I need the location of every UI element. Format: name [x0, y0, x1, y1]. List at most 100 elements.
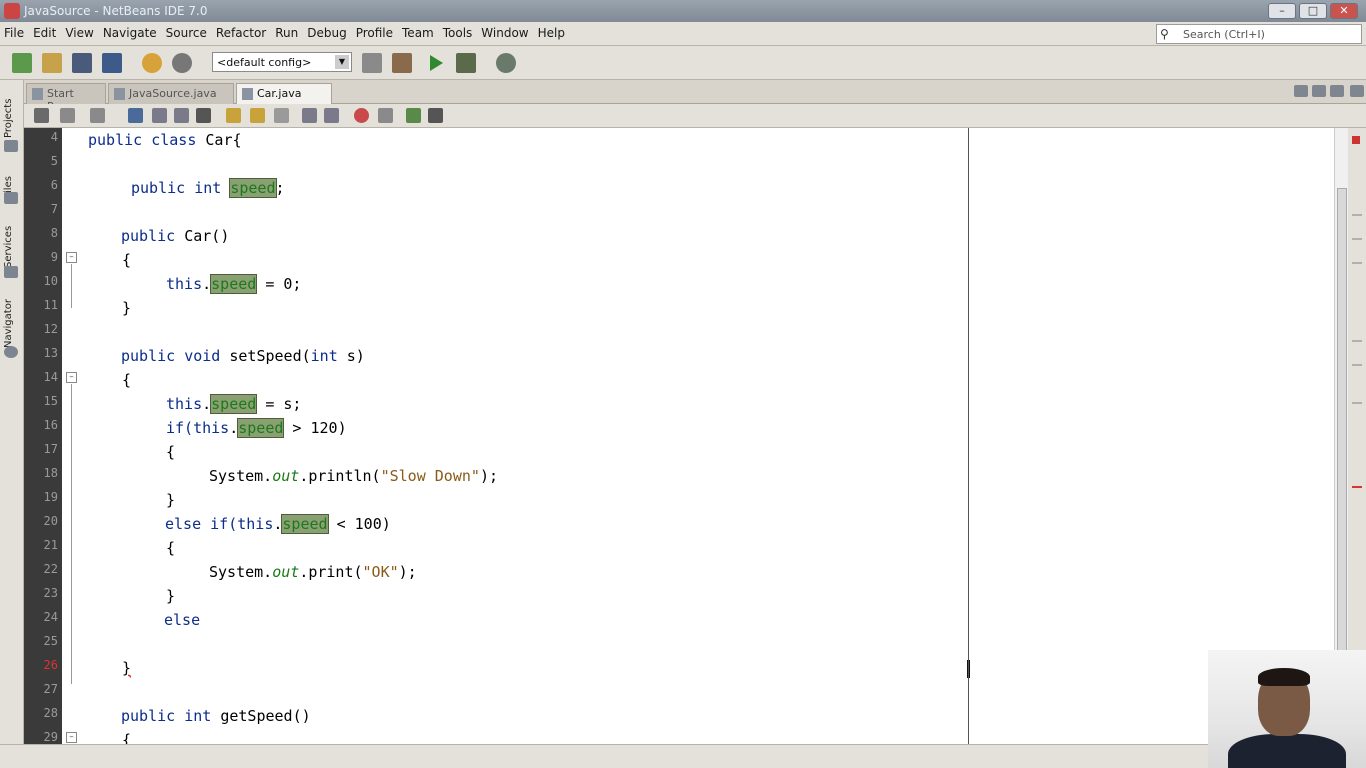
toggle-bookmark-icon[interactable] [274, 108, 289, 123]
maximize-button[interactable]: □ [1299, 3, 1327, 19]
navigator-icon [4, 346, 18, 358]
line-number: 10 [43, 274, 58, 288]
stop-macro-icon[interactable] [378, 108, 393, 123]
last-edit-icon[interactable] [90, 108, 105, 123]
line-number: 12 [43, 322, 58, 336]
debug-icon[interactable] [456, 53, 476, 73]
uncomment-icon[interactable] [428, 108, 443, 123]
profile-icon[interactable] [496, 53, 516, 73]
clean-build-icon[interactable] [392, 53, 412, 73]
tab-start-page[interactable]: Start Page [26, 83, 106, 113]
string-literal: "OK" [362, 563, 399, 581]
run-icon[interactable] [430, 55, 443, 71]
main-toolbar [0, 46, 1366, 80]
stripe-mark[interactable] [1352, 364, 1362, 366]
field-highlight: speed [237, 418, 285, 438]
line-number-error: 26 [43, 658, 58, 672]
close-button[interactable]: ✕ [1330, 3, 1358, 19]
redo-icon[interactable] [172, 53, 192, 73]
new-file-icon[interactable] [42, 53, 62, 73]
scrollbar-thumb[interactable] [1337, 188, 1347, 668]
code-text: ); [398, 563, 417, 581]
code-line-4: public class Car{ [88, 130, 242, 154]
keyword: if( [166, 419, 194, 437]
line-number: 22 [43, 562, 58, 576]
tab-javasource[interactable]: JavaSource.java [108, 83, 234, 104]
stripe-mark[interactable] [1352, 340, 1362, 342]
find-icon[interactable] [128, 108, 143, 123]
menu-tools[interactable]: Tools [443, 26, 473, 40]
menu-window[interactable]: Window [481, 26, 528, 40]
menu-help[interactable]: Help [538, 26, 565, 40]
side-tab-navigator[interactable]: Navigator [3, 290, 21, 348]
side-panel: Projects Files Services Navigator [0, 80, 24, 744]
search-input[interactable]: ⚲ Search (Ctrl+I) [1156, 24, 1362, 44]
menu-source[interactable]: Source [166, 26, 207, 40]
previous-bookmark-icon[interactable] [226, 108, 241, 123]
start-macro-icon[interactable] [354, 108, 369, 123]
fold-collapse-icon[interactable]: – [66, 372, 77, 383]
minimize-button[interactable]: – [1268, 3, 1296, 19]
code-line-21: { [166, 539, 176, 557]
menu-run[interactable]: Run [275, 26, 298, 40]
save-all-icon[interactable] [102, 53, 122, 73]
error-indicator-icon[interactable] [1352, 136, 1360, 144]
undo-icon[interactable] [142, 53, 162, 73]
code-text: .println( [299, 467, 381, 485]
next-bookmark-icon[interactable] [250, 108, 265, 123]
scroll-tabs-left-icon[interactable] [1294, 85, 1308, 97]
code-text: = s; [256, 395, 302, 413]
side-tab-services[interactable]: Services [3, 218, 21, 268]
stripe-mark[interactable] [1352, 402, 1362, 404]
editor-tab-bar: Start Page JavaSource.java Car.java × [24, 80, 1366, 113]
keyword: public class [88, 131, 197, 149]
line-number: 15 [43, 394, 58, 408]
code-text: System. [209, 563, 273, 581]
menu-refactor[interactable]: Refactor [216, 26, 266, 40]
fold-collapse-icon[interactable]: – [66, 252, 77, 263]
fold-collapse-icon[interactable]: – [66, 732, 77, 743]
forward-icon[interactable] [174, 108, 189, 123]
editor-toolbar [24, 104, 1366, 128]
page-icon [32, 88, 43, 100]
maximize-window-icon[interactable] [1350, 85, 1364, 97]
stripe-mark[interactable] [1352, 262, 1362, 264]
code-text: getSpeed() [211, 707, 311, 725]
static-field: out [272, 563, 300, 581]
open-project-icon[interactable] [72, 53, 92, 73]
menu-edit[interactable]: Edit [33, 26, 56, 40]
side-tab-projects[interactable]: Projects [3, 90, 21, 138]
line-number: 28 [43, 706, 58, 720]
code-line-11: } [122, 299, 132, 317]
fold-guide [71, 384, 72, 684]
new-project-icon[interactable] [12, 53, 32, 73]
keyword: public void [121, 347, 221, 365]
source-view-icon[interactable] [34, 108, 49, 123]
code-line-6: public int speed; [131, 178, 285, 202]
menu-navigate[interactable]: Navigate [103, 26, 157, 40]
right-margin-line [968, 128, 969, 744]
code-text: .print( [299, 563, 363, 581]
menu-file[interactable]: File [4, 26, 24, 40]
shift-left-icon[interactable] [302, 108, 317, 123]
stripe-mark[interactable] [1352, 214, 1362, 216]
history-icon[interactable] [60, 108, 75, 123]
menu-debug[interactable]: Debug [307, 26, 346, 40]
error-stripe-mark[interactable] [1352, 486, 1362, 488]
comment-icon[interactable] [406, 108, 421, 123]
stripe-mark[interactable] [1352, 238, 1362, 240]
tab-car-java[interactable]: Car.java × [236, 83, 332, 113]
line-number: 20 [43, 514, 58, 528]
menu-team[interactable]: Team [402, 26, 434, 40]
menu-profile[interactable]: Profile [356, 26, 393, 40]
back-icon[interactable] [152, 108, 167, 123]
shift-right-icon[interactable] [324, 108, 339, 123]
code-editor[interactable]: public class Car{ public int speed; publ… [80, 128, 1334, 749]
code-line-20: else if(this.speed < 100) [165, 514, 391, 538]
toggle-highlight-icon[interactable] [196, 108, 211, 123]
build-hammer-icon[interactable] [362, 53, 382, 73]
show-opened-documents-icon[interactable] [1330, 85, 1344, 97]
scroll-tabs-right-icon[interactable] [1312, 85, 1326, 97]
config-select[interactable]: <default config> ▼ [212, 52, 352, 72]
menu-view[interactable]: View [65, 26, 93, 40]
